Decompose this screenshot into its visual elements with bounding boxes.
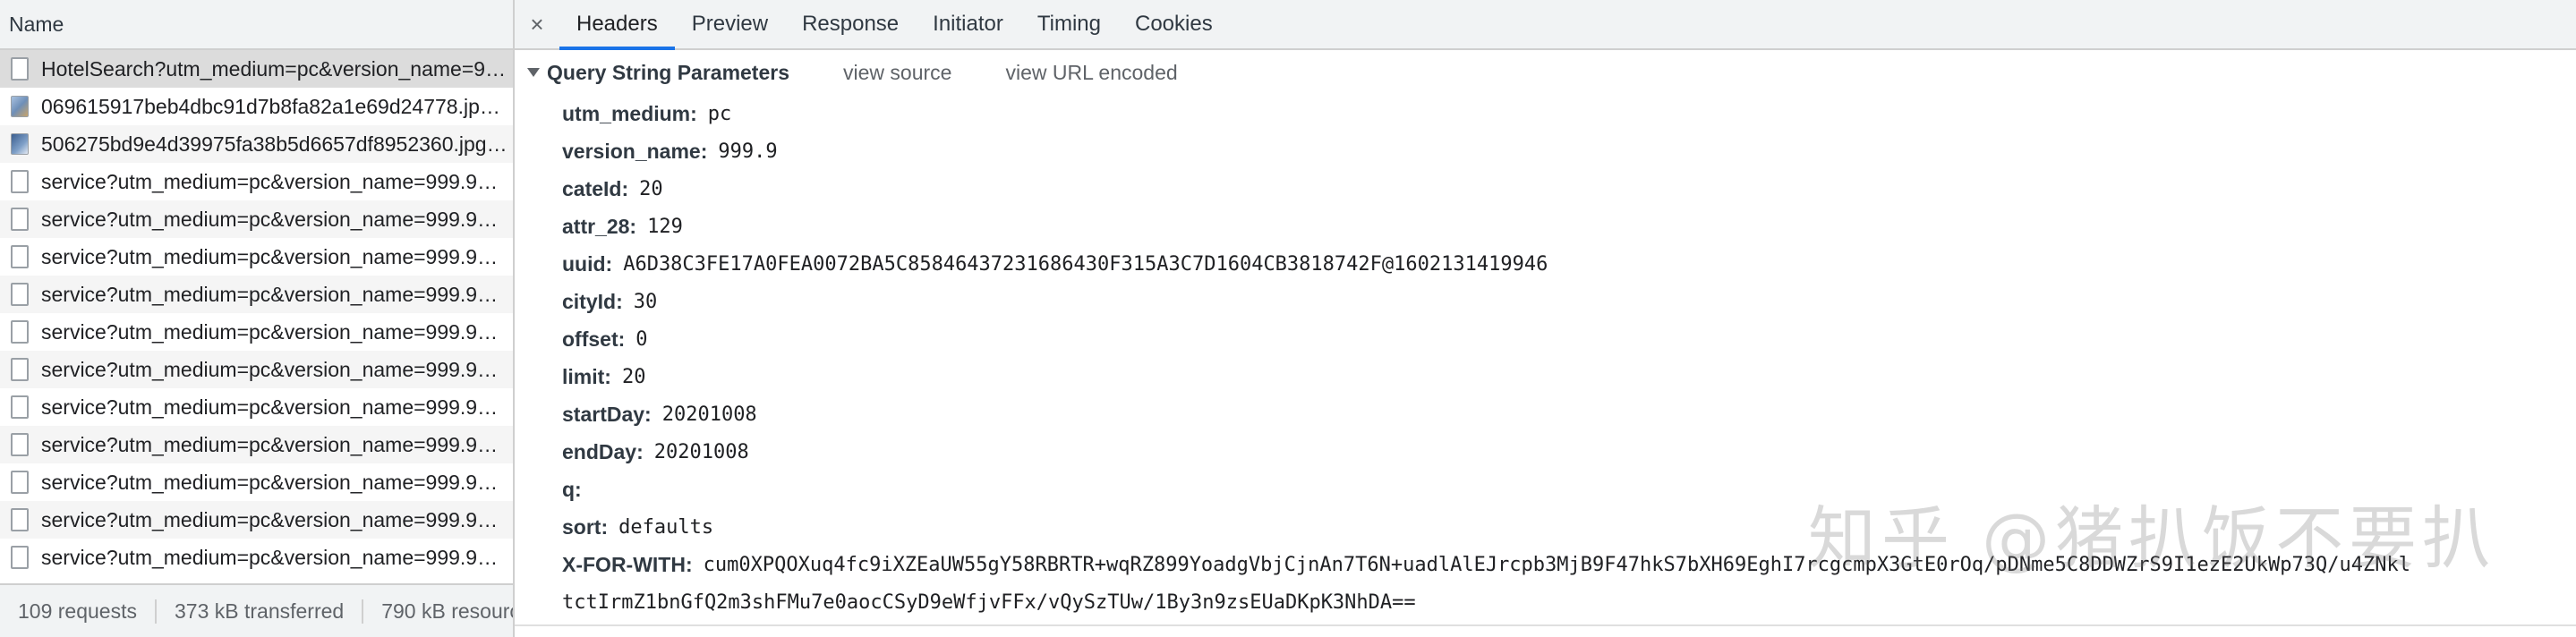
param-value: defaults xyxy=(618,515,714,539)
view-source-link[interactable]: view source xyxy=(843,61,951,85)
query-param-row: startDay: 20201008 xyxy=(562,395,2576,433)
param-value: 20 xyxy=(639,177,663,200)
document-icon xyxy=(11,471,29,494)
transferred-size: 373 kB transferred xyxy=(157,599,364,624)
query-param-row: attr_28: 129 xyxy=(562,208,2576,245)
image-icon xyxy=(11,96,29,117)
query-param-row: cityId: 30 xyxy=(562,283,2576,320)
param-value: A6D38C3FE17A0FEA0072BA5C8584643723168643… xyxy=(623,252,1548,276)
resources-size: 790 kB resources xyxy=(381,599,513,623)
param-value: 30 xyxy=(633,290,658,313)
document-icon xyxy=(11,170,29,193)
query-param-row: uuid: A6D38C3FE17A0FEA0072BA5C85846437231… xyxy=(562,245,2576,283)
tab-cookies[interactable]: Cookies xyxy=(1118,0,1230,48)
query-param-row: endDay: 20201008 xyxy=(562,433,2576,471)
request-row[interactable]: service?utm_medium=pc&version_name=999.9… xyxy=(0,276,513,313)
tab-timing[interactable]: Timing xyxy=(1020,0,1118,48)
param-value: pc xyxy=(707,102,732,125)
view-url-encoded-link[interactable]: view URL encoded xyxy=(1005,61,1177,85)
request-row[interactable]: service?utm_medium=pc&version_name=999.9… xyxy=(0,351,513,388)
query-param-row: utm_medium: pc xyxy=(562,95,2576,132)
request-row[interactable]: service?utm_medium=pc&version_name=999.9… xyxy=(0,313,513,351)
param-value: 129 xyxy=(647,215,683,238)
request-name: service?utm_medium=pc&version_name=999.9… xyxy=(41,545,511,569)
param-key: uuid: xyxy=(562,251,613,276)
document-icon xyxy=(11,433,29,456)
request-row[interactable]: service?utm_medium=pc&version_name=999.9… xyxy=(0,238,513,276)
param-key: X-FOR-WITH: xyxy=(562,552,693,576)
param-key: offset: xyxy=(562,327,626,351)
watermark: 知乎 @猪扒饭不要扒 xyxy=(1808,498,2496,578)
param-key: cateId: xyxy=(562,176,629,200)
request-name: service?utm_medium=pc&version_name=999.9… xyxy=(41,282,511,306)
document-icon xyxy=(11,208,29,231)
document-icon xyxy=(11,395,29,419)
details-tabbar: × Headers Preview Response Initiator Tim… xyxy=(515,0,2576,50)
request-name: service?utm_medium=pc&version_name=999.9… xyxy=(41,470,511,494)
tab-preview[interactable]: Preview xyxy=(675,0,785,48)
request-name: service?utm_medium=pc&version_name=999.9… xyxy=(41,507,511,531)
document-icon xyxy=(11,320,29,344)
query-param-row: offset: 0 xyxy=(562,320,2576,358)
request-name: service?utm_medium=pc&version_name=999.9… xyxy=(41,395,511,419)
query-param-row: version_name: 999.9 xyxy=(562,132,2576,170)
close-icon[interactable]: × xyxy=(515,0,559,48)
request-row[interactable]: service?utm_medium=pc&version_name=999.9… xyxy=(0,388,513,426)
param-key: startDay: xyxy=(562,402,652,426)
tab-headers[interactable]: Headers xyxy=(559,0,675,50)
name-column-header[interactable]: Name xyxy=(0,0,513,50)
request-name: 069615917beb4dbc91d7b8fa82a1e69d24778.jp… xyxy=(41,94,511,118)
param-key: q: xyxy=(562,477,582,501)
request-name: service?utm_medium=pc&version_name=999.9… xyxy=(41,207,511,231)
param-value-continuation: tctIrmZ1bnGfQ2m3shFMu7e0aocCSyD9eWfjvFFx… xyxy=(562,590,1416,614)
param-key: utm_medium: xyxy=(562,101,697,125)
param-value: 0 xyxy=(635,327,648,351)
request-row[interactable]: service?utm_medium=pc&version_name=999.9… xyxy=(0,539,513,576)
document-icon xyxy=(11,358,29,381)
param-value: 999.9 xyxy=(718,140,778,163)
request-name: service?utm_medium=pc&version_name=999.9… xyxy=(41,432,511,456)
tab-initiator[interactable]: Initiator xyxy=(916,0,1020,48)
request-row[interactable]: service?utm_medium=pc&version_name=999.9… xyxy=(0,501,513,539)
request-name: service?utm_medium=pc&version_name=999.9… xyxy=(41,169,511,193)
document-icon xyxy=(11,245,29,268)
document-icon xyxy=(11,57,29,81)
request-rows: HotelSearch?utm_medium=pc&version_name=9… xyxy=(0,50,513,583)
tab-response[interactable]: Response xyxy=(785,0,916,48)
document-icon xyxy=(11,508,29,531)
param-key: cityId: xyxy=(562,289,623,313)
request-row[interactable]: HotelSearch?utm_medium=pc&version_name=9… xyxy=(0,50,513,88)
caret-down-icon[interactable] xyxy=(527,68,540,77)
query-string-section-header[interactable]: Query String Parameters view source view… xyxy=(515,50,2576,95)
param-value: 20201008 xyxy=(653,440,749,463)
param-key: endDay: xyxy=(562,439,644,463)
network-summary-bar: 109 requests 373 kB transferred 790 kB r… xyxy=(0,583,513,637)
request-row[interactable]: service?utm_medium=pc&version_name=999.9… xyxy=(0,426,513,463)
param-key: sort: xyxy=(562,514,609,539)
request-row[interactable]: 069615917beb4dbc91d7b8fa82a1e69d24778.jp… xyxy=(0,88,513,125)
request-name: service?utm_medium=pc&version_name=999.9… xyxy=(41,244,511,268)
param-key: version_name: xyxy=(562,139,708,163)
query-param-row: limit: 20 xyxy=(562,358,2576,395)
request-name: service?utm_medium=pc&version_name=999.9… xyxy=(41,357,511,381)
param-key: attr_28: xyxy=(562,214,637,238)
divider xyxy=(515,624,2576,626)
request-row[interactable]: 506275bd9e4d39975fa38b5d6657df8952360.jp… xyxy=(0,125,513,163)
request-name: service?utm_medium=pc&version_name=999.9… xyxy=(41,319,511,344)
image-icon xyxy=(11,133,29,155)
param-value: 20201008 xyxy=(661,403,757,426)
query-param-row: cateId: 20 xyxy=(562,170,2576,208)
param-key: limit: xyxy=(562,364,611,388)
request-row[interactable]: service?utm_medium=pc&version_name=999.9… xyxy=(0,200,513,238)
document-icon xyxy=(11,546,29,569)
document-icon xyxy=(11,283,29,306)
request-row[interactable]: service?utm_medium=pc&version_name=999.9… xyxy=(0,163,513,200)
request-row[interactable]: service?utm_medium=pc&version_name=999.9… xyxy=(0,463,513,501)
network-request-list: Name HotelSearch?utm_medium=pc&version_n… xyxy=(0,0,515,637)
section-title: Query String Parameters xyxy=(547,60,790,84)
requests-count: 109 requests xyxy=(0,599,157,624)
request-name: HotelSearch?utm_medium=pc&version_name=9… xyxy=(41,56,511,81)
param-value: 20 xyxy=(621,365,646,388)
request-name: 506275bd9e4d39975fa38b5d6657df8952360.jp… xyxy=(41,132,511,156)
